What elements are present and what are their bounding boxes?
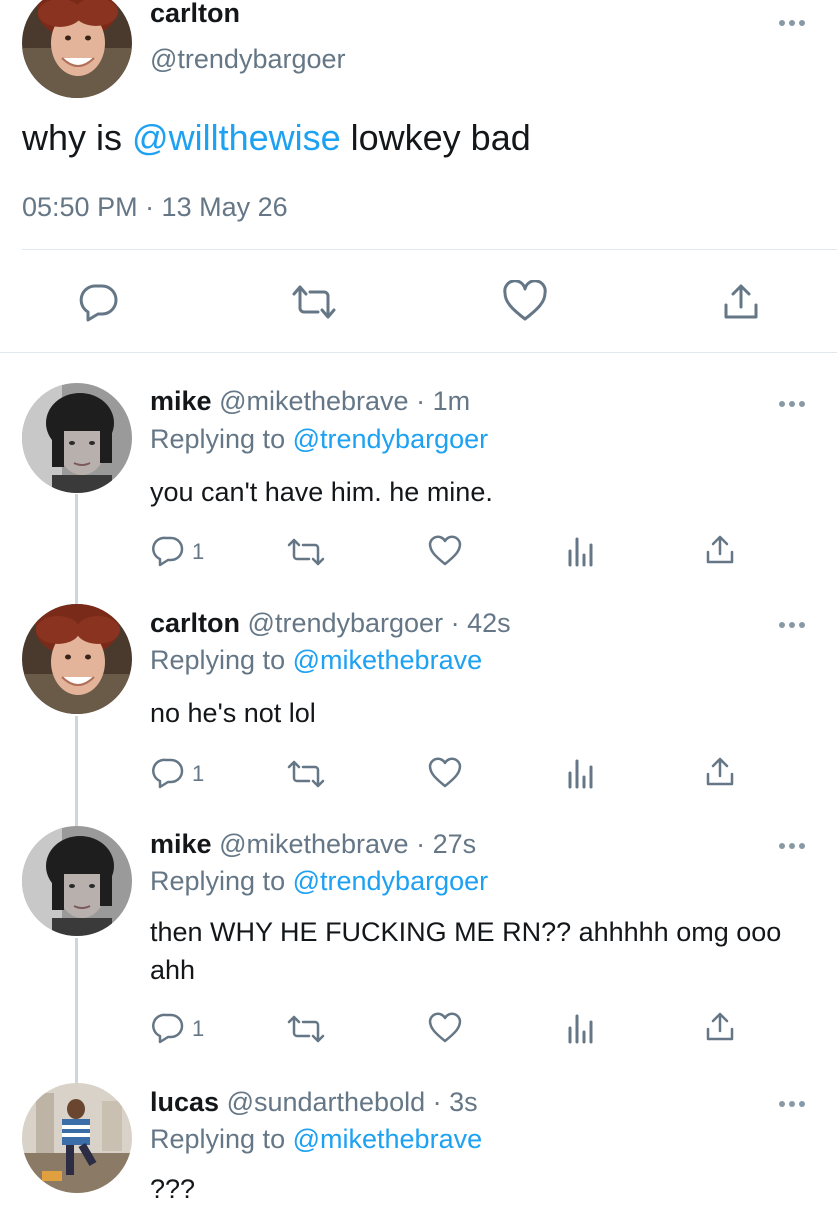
divider	[22, 249, 837, 250]
avatar-carlton[interactable]	[22, 0, 132, 98]
avatar-carlton[interactable]	[22, 604, 132, 714]
replying-to: Replying to @trendybargoer	[150, 866, 488, 897]
reply-display-name[interactable]: lucas	[150, 1087, 219, 1117]
reply-count: 1	[192, 1016, 205, 1041]
replying-to: Replying to @trendybargoer	[150, 424, 488, 455]
main-tweet-display-name[interactable]: carlton	[150, 0, 240, 29]
replying-label: Replying to	[150, 424, 286, 454]
reply-icon[interactable]	[152, 1012, 186, 1044]
share-icon[interactable]	[703, 533, 737, 567]
avatar-lucas[interactable]	[22, 1083, 132, 1193]
replying-to: Replying to @mikethebrave	[150, 645, 482, 676]
more-icon[interactable]	[779, 622, 805, 628]
reply-count: 1	[192, 761, 205, 786]
reply-icon[interactable]	[78, 282, 120, 322]
reply-display-name[interactable]: carlton	[150, 608, 240, 638]
more-icon[interactable]	[779, 20, 805, 26]
reply-text: then WHY HE FUCKING ME RN?? ahhhhh omg o…	[150, 917, 782, 985]
main-tweet-text: why is @willthewise lowkey bad	[22, 117, 531, 159]
replying-to-link[interactable]: @trendybargoer	[293, 866, 489, 896]
reply-header: mike @mikethebrave · 27s	[150, 829, 476, 860]
replying-label: Replying to	[150, 866, 286, 896]
like-icon[interactable]	[427, 756, 463, 789]
like-icon[interactable]	[427, 534, 463, 567]
avatar-mike[interactable]	[22, 383, 132, 493]
analytics-icon[interactable]	[566, 1012, 596, 1044]
share-icon[interactable]	[720, 281, 762, 323]
like-icon[interactable]	[427, 1011, 463, 1044]
reply-text: ???	[150, 1174, 196, 1204]
mention-link[interactable]: @willthewise	[132, 117, 341, 158]
more-icon[interactable]	[779, 401, 805, 407]
reply-time: · 1m	[416, 386, 471, 416]
main-tweet-text-before: why is	[22, 117, 133, 158]
reply-display-name[interactable]: mike	[150, 829, 212, 859]
analytics-icon[interactable]	[566, 757, 596, 789]
share-icon[interactable]	[703, 1010, 737, 1044]
reply-time: · 42s	[450, 608, 511, 638]
reply-icon[interactable]	[152, 535, 186, 567]
more-icon[interactable]	[779, 843, 805, 849]
retweet-icon[interactable]	[286, 1014, 326, 1044]
share-icon[interactable]	[703, 755, 737, 789]
replying-to: Replying to @mikethebrave	[150, 1124, 482, 1155]
retweet-icon[interactable]	[286, 537, 326, 567]
reply-count: 1	[192, 539, 205, 564]
reply-header: lucas @sundarthebold · 3s	[150, 1087, 478, 1118]
replying-label: Replying to	[150, 1124, 286, 1154]
replying-label: Replying to	[150, 645, 286, 675]
reply-header: carlton @trendybargoer · 42s	[150, 608, 511, 639]
thread-line	[75, 938, 78, 1083]
main-tweet-handle[interactable]: @trendybargoer	[150, 44, 346, 75]
replying-to-link[interactable]: @mikethebrave	[293, 1124, 483, 1154]
reply-header: mike @mikethebrave · 1m	[150, 386, 470, 417]
reply-time: · 27s	[416, 829, 477, 859]
reply-icon[interactable]	[152, 757, 186, 789]
retweet-icon[interactable]	[286, 759, 326, 789]
replying-to-link[interactable]: @mikethebrave	[293, 645, 483, 675]
thread-line	[75, 494, 78, 606]
more-icon[interactable]	[779, 1101, 805, 1107]
main-tweet-timestamp: 05:50 PM · 13 May 26	[22, 192, 288, 222]
reply-handle[interactable]: @sundarthebold	[227, 1087, 426, 1117]
reply-time: · 3s	[432, 1087, 478, 1117]
replying-to-link[interactable]: @trendybargoer	[293, 424, 489, 454]
analytics-icon[interactable]	[566, 535, 596, 567]
reply-handle[interactable]: @mikethebrave	[219, 829, 409, 859]
divider	[0, 352, 837, 353]
retweet-icon[interactable]	[290, 284, 338, 320]
reply-text: no he's not lol	[150, 698, 316, 728]
reply-handle[interactable]: @trendybargoer	[248, 608, 444, 638]
main-tweet-text-after: lowkey bad	[340, 117, 531, 158]
thread-line	[75, 716, 78, 828]
like-icon[interactable]	[502, 280, 548, 322]
reply-text: you can't have him. he mine.	[150, 477, 493, 507]
reply-display-name[interactable]: mike	[150, 386, 212, 416]
reply-handle[interactable]: @mikethebrave	[219, 386, 409, 416]
avatar-mike[interactable]	[22, 826, 132, 936]
